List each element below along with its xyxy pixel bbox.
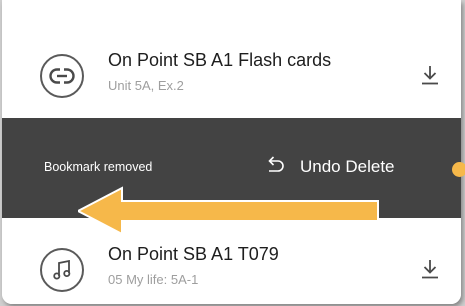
undo-icon [264, 155, 286, 180]
swipe-left-arrow-icon [78, 186, 379, 236]
item-title: On Point SB A1 T079 [108, 244, 279, 264]
music-note-icon [40, 248, 84, 292]
item-subtitle: 05 My life: 5A-1 [108, 272, 199, 287]
list-item[interactable]: On Point SB A1 Flash cards Unit 5A, Ex.2 [2, 18, 461, 118]
undo-delete-button[interactable]: Undo Delete [264, 152, 395, 182]
download-icon[interactable] [420, 64, 440, 86]
download-icon[interactable] [420, 258, 440, 280]
snackbar-message: Bookmark removed [44, 160, 153, 174]
link-icon [40, 54, 84, 98]
bookmark-list: On Point SB A1 Flash cards Unit 5A, Ex.2… [2, 0, 461, 304]
item-subtitle: Unit 5A, Ex.2 [108, 78, 184, 93]
item-title: On Point SB A1 Flash cards [108, 50, 332, 70]
undo-delete-label: Undo Delete [300, 157, 395, 176]
